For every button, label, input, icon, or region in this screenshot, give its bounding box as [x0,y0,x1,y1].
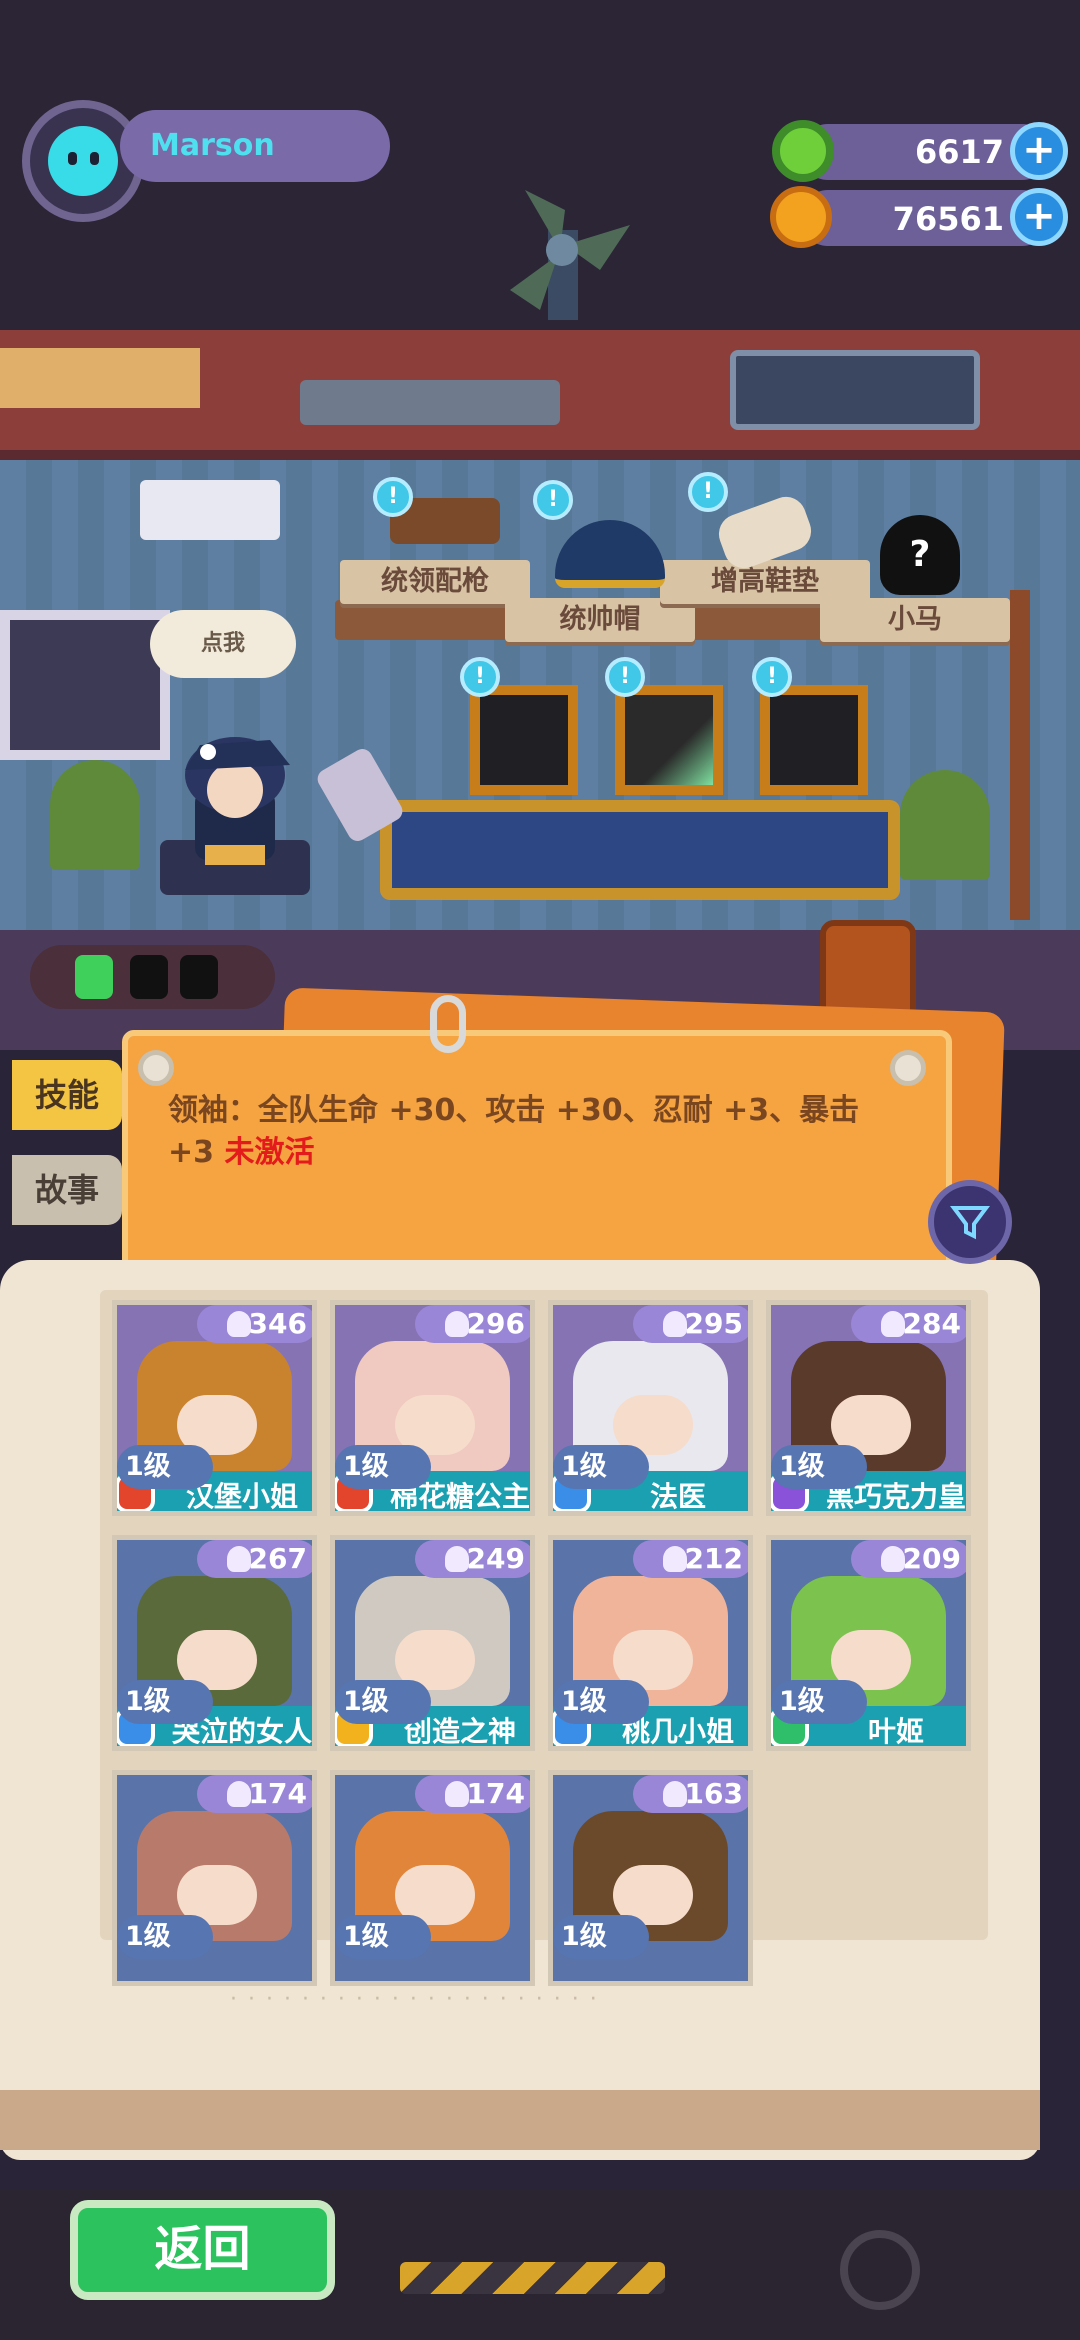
gear-icon [840,2230,920,2310]
character-card[interactable]: 209 叶姬 1级 [766,1535,971,1751]
ghost-icon [881,1546,905,1572]
alert-icon[interactable]: ! [605,657,645,697]
pin-icon [890,1050,926,1086]
paperclip-icon [430,995,466,1053]
ghost-icon [445,1781,469,1807]
ghost-icon [663,1311,687,1337]
character-level: 1级 [117,1445,213,1489]
locked-pony-icon[interactable]: ? [880,515,960,595]
card-count: 212 [633,1540,748,1578]
coat-stand-icon [1010,590,1030,920]
add-donut-button[interactable]: + [1010,122,1068,180]
character-level: 1级 [117,1680,213,1724]
add-gold-button[interactable]: + [1010,188,1068,246]
filter-button[interactable] [928,1180,1012,1264]
character-level: 1级 [553,1680,649,1724]
character-level: 1级 [553,1915,649,1959]
character-card[interactable]: 284黑巧克力皇后1级 [766,1300,971,1516]
filter-icon [950,1206,990,1240]
energy-slots [30,945,275,1009]
card-count: 296 [415,1305,530,1343]
plant-icon [50,760,140,870]
item-label-gun: 统领配枪 [340,560,530,604]
character-card[interactable]: 346 汉堡小姐 1级 [112,1300,317,1516]
ghost-icon [445,1311,469,1337]
character-level: 1级 [335,1445,431,1489]
character-card[interactable]: 267 哭泣的女人 1级 [112,1535,317,1751]
ghost-icon [227,1311,251,1337]
tab-skill[interactable]: 技能 [12,1060,122,1130]
display-desk [380,800,900,900]
character-level: 1级 [335,1915,431,1959]
card-count: 284 [851,1305,966,1343]
alert-icon[interactable]: ! [533,480,573,520]
ghost-icon [663,1781,687,1807]
hazard-stripes [400,2262,665,2294]
card-count: 174 [197,1775,312,1813]
tap-me-bubble[interactable]: 点我 [150,610,296,678]
tab-story[interactable]: 故事 [12,1155,122,1225]
character-card[interactable]: 174 1级 [330,1770,535,1986]
item-label-pony: 小马 [820,598,1010,642]
ghost-icon [881,1311,905,1337]
alert-icon[interactable]: ! [373,477,413,517]
gold-count: 76561 [892,200,1004,238]
character-card[interactable]: 212 桃几小姐 1级 [548,1535,753,1751]
ghost-icon [227,1546,251,1572]
character-card[interactable]: 163 1级 [548,1770,753,1986]
ghost-icon [445,1546,469,1572]
card-count: 174 [415,1775,530,1813]
book-edge [0,2090,1040,2150]
card-count: 346 [197,1305,312,1343]
cat-face-icon [48,126,118,196]
alert-icon[interactable]: ! [460,657,500,697]
character-level: 1级 [771,1680,867,1724]
card-count: 267 [197,1540,312,1578]
player-name: Marson [150,128,275,163]
empty-slot [130,955,168,999]
empty-slot [180,955,218,999]
page-decoration: · · · · · · · · · · · · · · · · · · · · … [230,1987,599,2012]
portrait-frame[interactable] [760,685,868,795]
character-level: 1级 [117,1915,213,1959]
plant-icon [900,770,990,880]
skill-status: 未激活 [224,1135,315,1170]
character-card[interactable]: 174 1级 [112,1770,317,1986]
character-card[interactable]: 249 创造之神 1级 [330,1535,535,1751]
ghost-icon [663,1546,687,1572]
hero-character[interactable] [140,720,320,900]
portrait-frame[interactable] [470,685,578,795]
alert-icon[interactable]: ! [688,472,728,512]
donut-count: 6617 [914,133,1004,171]
projector-icon [140,480,280,540]
ceiling-fan-icon [510,190,630,320]
pin-icon [138,1050,174,1086]
character-level: 1级 [335,1680,431,1724]
card-count: 163 [633,1775,748,1813]
character-level: 1级 [553,1445,649,1489]
character-card[interactable]: 295 法医 1级 [548,1300,753,1516]
ghost-icon [227,1781,251,1807]
battery-icon [75,955,113,999]
character-card[interactable]: 296 棉花糖公主 1级 [330,1300,535,1516]
skill-description: 领袖：全队生命 +30、攻击 +30、忍耐 +3、暴击 +3 未激活 [168,1090,908,1174]
character-level: 1级 [771,1445,867,1489]
card-count: 209 [851,1540,966,1578]
alert-icon[interactable]: ! [752,657,792,697]
portrait-frame[interactable] [615,685,723,795]
card-count: 295 [633,1305,748,1343]
upper-shelf [0,330,1080,460]
back-button[interactable]: 返回 [70,2200,335,2300]
card-count: 249 [415,1540,530,1578]
item-label-hat: 统帅帽 [505,598,695,642]
